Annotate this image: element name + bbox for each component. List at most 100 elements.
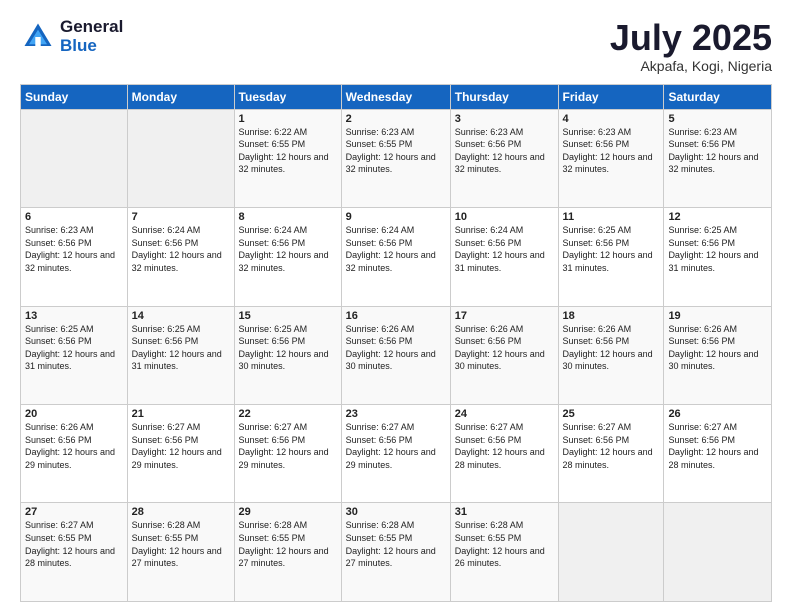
calendar-cell — [664, 503, 772, 602]
day-info: Sunrise: 6:23 AM Sunset: 6:55 PM Dayligh… — [346, 126, 446, 176]
day-number: 4 — [563, 113, 660, 125]
logo-icon — [20, 19, 56, 55]
calendar-header-wednesday: Wednesday — [341, 84, 450, 109]
day-info: Sunrise: 6:27 AM Sunset: 6:56 PM Dayligh… — [455, 421, 554, 471]
day-info: Sunrise: 6:24 AM Sunset: 6:56 PM Dayligh… — [346, 224, 446, 274]
logo: General Blue — [20, 18, 123, 55]
day-number: 30 — [346, 506, 446, 518]
day-info: Sunrise: 6:23 AM Sunset: 6:56 PM Dayligh… — [25, 224, 123, 274]
calendar-cell: 3Sunrise: 6:23 AM Sunset: 6:56 PM Daylig… — [450, 109, 558, 207]
calendar-cell: 29Sunrise: 6:28 AM Sunset: 6:55 PM Dayli… — [234, 503, 341, 602]
day-number: 11 — [563, 211, 660, 223]
day-number: 3 — [455, 113, 554, 125]
day-number: 12 — [668, 211, 767, 223]
day-info: Sunrise: 6:25 AM Sunset: 6:56 PM Dayligh… — [563, 224, 660, 274]
day-info: Sunrise: 6:22 AM Sunset: 6:55 PM Dayligh… — [239, 126, 337, 176]
day-number: 25 — [563, 408, 660, 420]
calendar-cell: 20Sunrise: 6:26 AM Sunset: 6:56 PM Dayli… — [21, 405, 128, 503]
calendar-header-friday: Friday — [558, 84, 664, 109]
day-number: 2 — [346, 113, 446, 125]
title-area: July 2025 Akpafa, Kogi, Nigeria — [610, 18, 772, 74]
day-number: 14 — [132, 310, 230, 322]
day-number: 1 — [239, 113, 337, 125]
day-info: Sunrise: 6:27 AM Sunset: 6:56 PM Dayligh… — [132, 421, 230, 471]
day-info: Sunrise: 6:26 AM Sunset: 6:56 PM Dayligh… — [346, 323, 446, 373]
calendar-header-tuesday: Tuesday — [234, 84, 341, 109]
calendar-week-2: 6Sunrise: 6:23 AM Sunset: 6:56 PM Daylig… — [21, 208, 772, 306]
day-number: 8 — [239, 211, 337, 223]
calendar-cell: 31Sunrise: 6:28 AM Sunset: 6:55 PM Dayli… — [450, 503, 558, 602]
calendar-cell: 7Sunrise: 6:24 AM Sunset: 6:56 PM Daylig… — [127, 208, 234, 306]
calendar-cell: 1Sunrise: 6:22 AM Sunset: 6:55 PM Daylig… — [234, 109, 341, 207]
day-number: 15 — [239, 310, 337, 322]
calendar-cell: 17Sunrise: 6:26 AM Sunset: 6:56 PM Dayli… — [450, 306, 558, 404]
day-info: Sunrise: 6:28 AM Sunset: 6:55 PM Dayligh… — [455, 519, 554, 569]
day-number: 24 — [455, 408, 554, 420]
calendar-cell: 23Sunrise: 6:27 AM Sunset: 6:56 PM Dayli… — [341, 405, 450, 503]
calendar-cell: 28Sunrise: 6:28 AM Sunset: 6:55 PM Dayli… — [127, 503, 234, 602]
day-info: Sunrise: 6:26 AM Sunset: 6:56 PM Dayligh… — [668, 323, 767, 373]
calendar-cell: 21Sunrise: 6:27 AM Sunset: 6:56 PM Dayli… — [127, 405, 234, 503]
day-info: Sunrise: 6:24 AM Sunset: 6:56 PM Dayligh… — [455, 224, 554, 274]
day-number: 7 — [132, 211, 230, 223]
calendar-cell: 13Sunrise: 6:25 AM Sunset: 6:56 PM Dayli… — [21, 306, 128, 404]
day-number: 23 — [346, 408, 446, 420]
month-title: July 2025 — [610, 18, 772, 58]
day-number: 6 — [25, 211, 123, 223]
calendar-cell: 14Sunrise: 6:25 AM Sunset: 6:56 PM Dayli… — [127, 306, 234, 404]
calendar-cell: 24Sunrise: 6:27 AM Sunset: 6:56 PM Dayli… — [450, 405, 558, 503]
day-info: Sunrise: 6:23 AM Sunset: 6:56 PM Dayligh… — [668, 126, 767, 176]
calendar-cell: 25Sunrise: 6:27 AM Sunset: 6:56 PM Dayli… — [558, 405, 664, 503]
calendar-header-monday: Monday — [127, 84, 234, 109]
day-info: Sunrise: 6:27 AM Sunset: 6:55 PM Dayligh… — [25, 519, 123, 569]
calendar-cell — [127, 109, 234, 207]
calendar-cell: 16Sunrise: 6:26 AM Sunset: 6:56 PM Dayli… — [341, 306, 450, 404]
calendar-header-saturday: Saturday — [664, 84, 772, 109]
day-info: Sunrise: 6:27 AM Sunset: 6:56 PM Dayligh… — [668, 421, 767, 471]
day-info: Sunrise: 6:25 AM Sunset: 6:56 PM Dayligh… — [25, 323, 123, 373]
calendar-cell: 18Sunrise: 6:26 AM Sunset: 6:56 PM Dayli… — [558, 306, 664, 404]
day-info: Sunrise: 6:24 AM Sunset: 6:56 PM Dayligh… — [239, 224, 337, 274]
day-info: Sunrise: 6:28 AM Sunset: 6:55 PM Dayligh… — [132, 519, 230, 569]
calendar-cell: 12Sunrise: 6:25 AM Sunset: 6:56 PM Dayli… — [664, 208, 772, 306]
calendar-cell: 9Sunrise: 6:24 AM Sunset: 6:56 PM Daylig… — [341, 208, 450, 306]
day-info: Sunrise: 6:27 AM Sunset: 6:56 PM Dayligh… — [239, 421, 337, 471]
calendar-header-sunday: Sunday — [21, 84, 128, 109]
logo-text: General Blue — [60, 18, 123, 55]
day-info: Sunrise: 6:25 AM Sunset: 6:56 PM Dayligh… — [132, 323, 230, 373]
calendar-cell: 30Sunrise: 6:28 AM Sunset: 6:55 PM Dayli… — [341, 503, 450, 602]
day-number: 9 — [346, 211, 446, 223]
day-info: Sunrise: 6:26 AM Sunset: 6:56 PM Dayligh… — [25, 421, 123, 471]
calendar-cell: 5Sunrise: 6:23 AM Sunset: 6:56 PM Daylig… — [664, 109, 772, 207]
calendar-cell — [558, 503, 664, 602]
day-number: 22 — [239, 408, 337, 420]
calendar-week-4: 20Sunrise: 6:26 AM Sunset: 6:56 PM Dayli… — [21, 405, 772, 503]
day-info: Sunrise: 6:23 AM Sunset: 6:56 PM Dayligh… — [563, 126, 660, 176]
day-number: 27 — [25, 506, 123, 518]
day-number: 29 — [239, 506, 337, 518]
day-info: Sunrise: 6:27 AM Sunset: 6:56 PM Dayligh… — [346, 421, 446, 471]
day-info: Sunrise: 6:26 AM Sunset: 6:56 PM Dayligh… — [563, 323, 660, 373]
day-number: 28 — [132, 506, 230, 518]
day-info: Sunrise: 6:28 AM Sunset: 6:55 PM Dayligh… — [346, 519, 446, 569]
day-number: 13 — [25, 310, 123, 322]
header: General Blue July 2025 Akpafa, Kogi, Nig… — [20, 18, 772, 74]
calendar: SundayMondayTuesdayWednesdayThursdayFrid… — [20, 84, 772, 602]
calendar-cell: 22Sunrise: 6:27 AM Sunset: 6:56 PM Dayli… — [234, 405, 341, 503]
calendar-week-5: 27Sunrise: 6:27 AM Sunset: 6:55 PM Dayli… — [21, 503, 772, 602]
day-info: Sunrise: 6:26 AM Sunset: 6:56 PM Dayligh… — [455, 323, 554, 373]
day-info: Sunrise: 6:25 AM Sunset: 6:56 PM Dayligh… — [239, 323, 337, 373]
day-info: Sunrise: 6:28 AM Sunset: 6:55 PM Dayligh… — [239, 519, 337, 569]
calendar-week-3: 13Sunrise: 6:25 AM Sunset: 6:56 PM Dayli… — [21, 306, 772, 404]
calendar-cell: 27Sunrise: 6:27 AM Sunset: 6:55 PM Dayli… — [21, 503, 128, 602]
day-number: 5 — [668, 113, 767, 125]
calendar-cell: 2Sunrise: 6:23 AM Sunset: 6:55 PM Daylig… — [341, 109, 450, 207]
calendar-cell: 15Sunrise: 6:25 AM Sunset: 6:56 PM Dayli… — [234, 306, 341, 404]
calendar-header-thursday: Thursday — [450, 84, 558, 109]
calendar-cell: 6Sunrise: 6:23 AM Sunset: 6:56 PM Daylig… — [21, 208, 128, 306]
calendar-cell: 26Sunrise: 6:27 AM Sunset: 6:56 PM Dayli… — [664, 405, 772, 503]
day-info: Sunrise: 6:25 AM Sunset: 6:56 PM Dayligh… — [668, 224, 767, 274]
day-number: 10 — [455, 211, 554, 223]
day-number: 16 — [346, 310, 446, 322]
page: General Blue July 2025 Akpafa, Kogi, Nig… — [0, 0, 792, 612]
